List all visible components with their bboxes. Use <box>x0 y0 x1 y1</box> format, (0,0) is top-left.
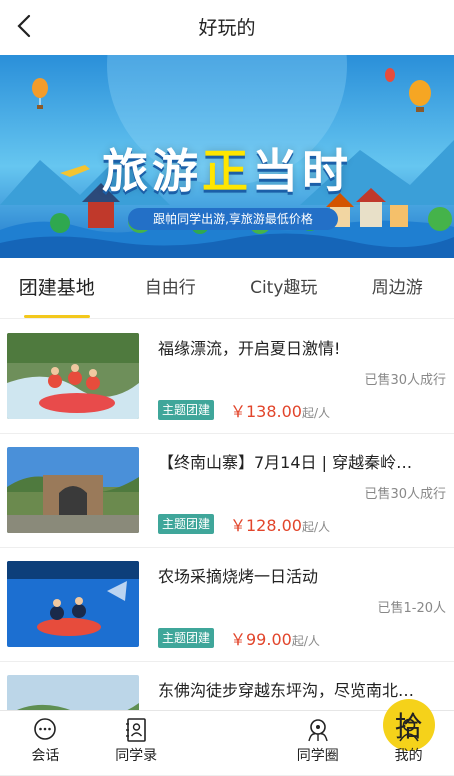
tab-label: 我的 <box>395 745 423 765</box>
theme-tag: 主题团建 <box>158 400 214 420</box>
price: ￥99.00起/人 <box>230 626 320 650</box>
contacts-icon <box>123 717 149 743</box>
bottom-tab-bar: 会话 同学录 拾 同学圈 我的 <box>0 710 454 767</box>
profile-icon <box>396 717 422 743</box>
theme-tag: 主题团建 <box>158 628 214 648</box>
chevron-left-icon <box>15 14 33 38</box>
trip-title: 农场采摘烧烤一日活动 <box>158 563 446 587</box>
tab-center-action[interactable]: 拾 <box>182 711 273 767</box>
tab-label: 会话 <box>31 745 59 765</box>
tab-nearby-trips[interactable]: 周边游 <box>341 258 454 318</box>
promo-banner[interactable]: 旅游正当时 跟帕同学出游,享旅游最低价格 <box>0 55 454 258</box>
price-value: ￥99.00 <box>230 630 292 649</box>
trip-thumbnail <box>7 561 139 647</box>
list-item[interactable]: 【终南山寨】7月14日 | 穿越秦岭… 已售30人成行 主题团建 ￥128.00… <box>0 434 454 548</box>
theme-tag: 主题团建 <box>158 514 214 534</box>
category-tabs: 团建基地 自由行 City趣玩 周边游 <box>0 258 454 319</box>
trip-list: 福缘漂流，开启夏日激情! 已售30人成行 主题团建 ￥138.00起/人 【终南… <box>0 320 454 776</box>
banner-subtitle: 跟帕同学出游,享旅游最低价格 <box>128 208 338 230</box>
banner-headline-part1: 旅游 <box>102 144 202 198</box>
nav-header: 好玩的 <box>0 0 454 52</box>
trip-title: 【终南山寨】7月14日 | 穿越秦岭… <box>158 449 446 473</box>
tab-chat[interactable]: 会话 <box>0 711 91 767</box>
price-unit: 起/人 <box>302 406 330 420</box>
banner-headline-highlight: 正 <box>202 144 252 198</box>
tab-free-travel[interactable]: 自由行 <box>114 258 228 318</box>
trip-title: 东佛沟徒步穿越东坪沟，尽览南北… <box>158 677 446 701</box>
trip-thumbnail <box>7 333 139 419</box>
price: ￥128.00起/人 <box>230 512 330 536</box>
banner-headline-part2: 当时 <box>252 144 352 198</box>
trip-thumbnail <box>7 447 139 533</box>
list-item[interactable]: 福缘漂流，开启夏日激情! 已售30人成行 主题团建 ￥138.00起/人 <box>0 320 454 434</box>
tab-moments[interactable]: 同学圈 <box>272 711 363 767</box>
tab-city-fun[interactable]: City趣玩 <box>227 258 341 318</box>
price-unit: 起/人 <box>292 634 320 648</box>
page-title: 好玩的 <box>198 13 255 40</box>
moments-icon <box>305 717 331 743</box>
tab-profile[interactable]: 我的 <box>363 711 454 767</box>
trip-title: 福缘漂流，开启夏日激情! <box>158 335 446 359</box>
price-value: ￥128.00 <box>230 516 302 535</box>
back-button[interactable] <box>8 10 40 42</box>
chat-icon <box>32 717 58 743</box>
price-unit: 起/人 <box>302 520 330 534</box>
banner-headline: 旅游正当时 <box>0 135 454 201</box>
sold-count: 已售30人成行 <box>364 483 446 502</box>
sold-count: 已售30人成行 <box>364 369 446 388</box>
tab-team-building[interactable]: 团建基地 <box>0 258 114 318</box>
sold-count: 已售1-20人 <box>377 597 446 616</box>
list-item[interactable]: 农场采摘烧烤一日活动 已售1-20人 主题团建 ￥99.00起/人 <box>0 548 454 662</box>
tab-label: 同学录 <box>115 745 157 765</box>
price: ￥138.00起/人 <box>230 398 330 422</box>
tab-label: 同学圈 <box>297 745 339 765</box>
price-value: ￥138.00 <box>230 402 302 421</box>
tab-contacts[interactable]: 同学录 <box>91 711 182 767</box>
